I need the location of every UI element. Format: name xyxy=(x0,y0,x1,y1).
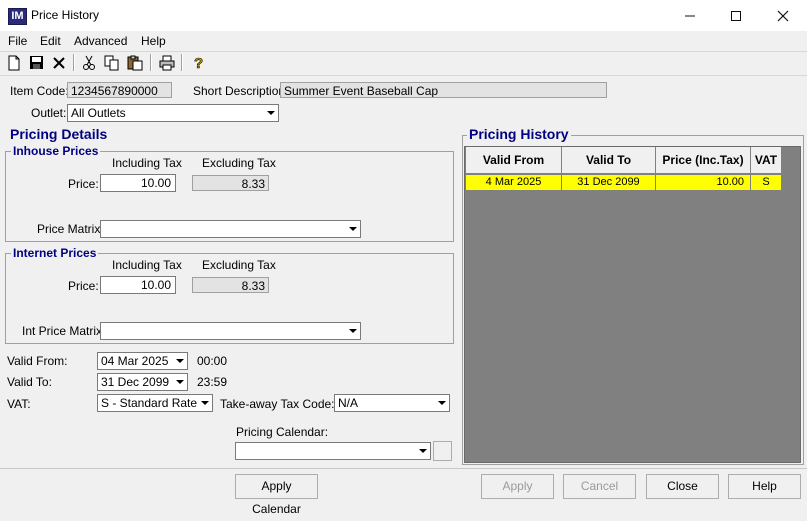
paste-icon xyxy=(127,55,143,70)
apply-calendar-button[interactable]: Apply Calendar xyxy=(235,474,318,516)
chevron-down-icon xyxy=(173,374,187,390)
toolbar-separator xyxy=(181,54,183,71)
copy-icon xyxy=(104,55,119,70)
minimize-button[interactable] xyxy=(667,0,713,31)
valid-from-value: 04 Mar 2025 xyxy=(101,354,169,368)
column-header-valid-to[interactable]: Valid To xyxy=(562,147,656,174)
apply-button[interactable]: Apply xyxy=(481,474,554,499)
inhouse-prices-title: Inhouse Prices xyxy=(11,144,101,158)
price-matrix-select[interactable] xyxy=(100,220,361,238)
new-button[interactable] xyxy=(5,54,23,71)
cut-button[interactable] xyxy=(80,54,98,71)
chevron-down-icon xyxy=(346,221,360,237)
print-button[interactable] xyxy=(158,54,176,71)
internet-price-label: Price: xyxy=(68,279,99,293)
cut-icon xyxy=(83,55,95,70)
valid-from-date-picker[interactable]: 04 Mar 2025 xyxy=(97,352,188,370)
help-question-icon: ? xyxy=(194,55,204,71)
column-header-vat[interactable]: VAT xyxy=(751,147,782,174)
chevron-down-icon xyxy=(346,323,360,339)
help-button[interactable]: Help xyxy=(728,474,801,499)
item-code-field: 1234567890000 xyxy=(67,82,172,98)
internet-price-including-input[interactable]: 10.00 xyxy=(100,276,176,294)
takeaway-tax-code-label: Take-away Tax Code: xyxy=(220,397,335,411)
table-row-cell-valid-from[interactable]: 4 Mar 2025 xyxy=(466,175,562,190)
save-button[interactable] xyxy=(27,54,45,71)
valid-to-date-picker[interactable]: 31 Dec 2099 xyxy=(97,373,188,391)
save-icon xyxy=(29,56,43,69)
pricing-calendar-label: Pricing Calendar: xyxy=(236,425,329,439)
menu-file[interactable]: File xyxy=(8,34,27,48)
vat-select[interactable]: S - Standard Rate xyxy=(97,394,213,412)
cancel-button[interactable]: Cancel xyxy=(563,474,636,499)
app-icon: IM xyxy=(8,8,27,25)
column-header-valid-from[interactable]: Valid From xyxy=(466,147,562,174)
table-row-cell-vat[interactable]: S xyxy=(751,175,782,190)
inhouse-including-tax-label: Including Tax xyxy=(112,156,182,170)
maximize-button[interactable] xyxy=(713,0,759,31)
close-icon xyxy=(777,10,789,21)
toolbar-separator xyxy=(150,54,152,71)
outlet-label: Outlet: xyxy=(31,106,67,120)
paste-button[interactable] xyxy=(126,54,144,71)
menu-advanced[interactable]: Advanced xyxy=(74,34,127,48)
valid-to-time: 23:59 xyxy=(197,375,228,389)
internet-excluding-tax-label: Excluding Tax xyxy=(202,258,276,272)
item-code-label: Item Code: xyxy=(10,84,69,98)
short-description-label: Short Description: xyxy=(193,84,289,98)
inhouse-price-including-input[interactable]: 10.00 xyxy=(100,174,176,192)
inhouse-excluding-tax-label: Excluding Tax xyxy=(202,156,276,170)
valid-to-label: Valid To: xyxy=(7,375,52,389)
bottom-divider xyxy=(0,468,807,469)
copy-button[interactable] xyxy=(103,54,121,71)
table-row-cell-price[interactable]: 10.00 xyxy=(656,175,751,190)
close-window-button[interactable] xyxy=(760,0,806,31)
takeaway-tax-code-select[interactable]: N/A xyxy=(334,394,450,412)
minimize-icon xyxy=(685,15,695,16)
help-toolbar-button[interactable]: ? xyxy=(189,54,207,71)
chevron-down-icon xyxy=(435,395,449,411)
chevron-down-icon xyxy=(173,353,187,369)
chevron-down-icon xyxy=(416,443,430,459)
chevron-down-icon xyxy=(264,105,278,121)
int-price-matrix-label: Int Price Matrix: xyxy=(22,324,106,338)
chevron-down-icon xyxy=(198,395,212,411)
vat-value: S - Standard Rate xyxy=(101,396,198,410)
outlet-value: All Outlets xyxy=(71,106,126,120)
pricing-history-title: Pricing History xyxy=(467,126,571,142)
menu-edit[interactable]: Edit xyxy=(40,34,61,48)
internet-including-tax-label: Including Tax xyxy=(112,258,182,272)
pricing-details-title: Pricing Details xyxy=(10,126,108,142)
close-button[interactable]: Close xyxy=(646,474,719,499)
pricing-history-grid[interactable] xyxy=(464,146,801,463)
valid-from-time: 00:00 xyxy=(197,354,228,368)
menu-help[interactable]: Help xyxy=(141,34,166,48)
pricing-calendar-browse-button[interactable] xyxy=(433,441,452,461)
maximize-icon xyxy=(731,10,741,21)
delete-button[interactable] xyxy=(50,54,68,71)
vat-label: VAT: xyxy=(7,397,31,411)
new-document-icon xyxy=(8,55,20,70)
toolbar-separator xyxy=(73,54,75,71)
table-row-cell-valid-to[interactable]: 31 Dec 2099 xyxy=(562,175,656,190)
toolbar xyxy=(0,51,807,76)
inhouse-price-label: Price: xyxy=(68,177,99,191)
valid-from-label: Valid From: xyxy=(7,354,68,368)
svg-text:?: ? xyxy=(194,55,203,71)
valid-to-value: 31 Dec 2099 xyxy=(101,375,170,389)
column-header-price[interactable]: Price (Inc.Tax) xyxy=(656,147,751,174)
internet-prices-title: Internet Prices xyxy=(11,246,99,260)
internet-price-excluding-field: 8.33 xyxy=(192,277,269,293)
inhouse-price-excluding-field: 8.33 xyxy=(192,175,269,191)
window-title: Price History xyxy=(31,8,100,22)
delete-icon xyxy=(53,56,65,69)
takeaway-tax-code-value: N/A xyxy=(338,396,359,410)
int-price-matrix-select[interactable] xyxy=(100,322,361,340)
pricing-calendar-select[interactable] xyxy=(235,442,431,460)
short-description-field: Summer Event Baseball Cap xyxy=(280,82,607,98)
outlet-select[interactable]: All Outlets xyxy=(67,104,279,122)
price-matrix-label: Price Matrix: xyxy=(37,222,104,236)
printer-icon xyxy=(159,55,175,70)
